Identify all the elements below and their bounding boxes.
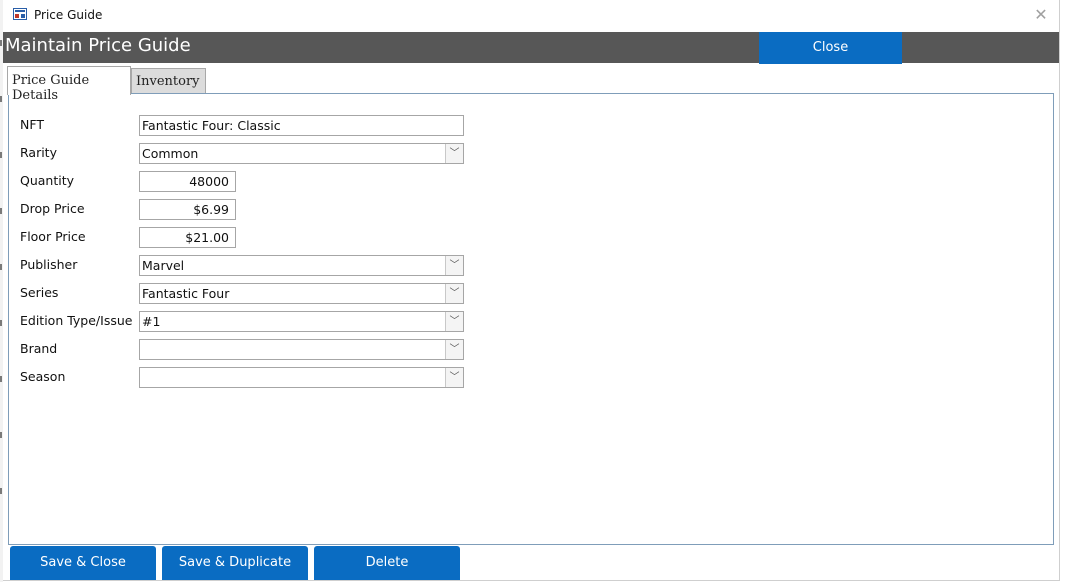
season-label: Season <box>20 369 66 384</box>
save-close-button[interactable]: Save & Close <box>10 546 156 580</box>
publisher-value: Marvel <box>142 258 185 273</box>
rarity-value: Common <box>142 146 199 161</box>
floor-price-field[interactable]: $21.00 <box>139 227 236 248</box>
quantity-label: Quantity <box>20 173 75 188</box>
nft-field[interactable]: Fantastic Four: Classic <box>139 115 464 136</box>
chevron-down-icon[interactable]: ﹀ <box>445 368 463 387</box>
chevron-down-icon[interactable]: ﹀ <box>445 284 463 303</box>
chevron-down-icon[interactable]: ﹀ <box>445 312 463 331</box>
chevron-down-icon[interactable]: ﹀ <box>445 144 463 163</box>
series-select[interactable]: Fantastic Four ﹀ <box>139 283 464 304</box>
drop-price-label: Drop Price <box>20 201 85 216</box>
tab-inventory[interactable]: Inventory <box>131 68 206 94</box>
title-bar: Price Guide ✕ <box>3 0 1059 31</box>
edge-mark <box>0 432 2 438</box>
edge-mark <box>0 40 2 46</box>
edge-mark <box>0 376 2 382</box>
form-header: Maintain Price Guide Close <box>3 32 1059 64</box>
season-select[interactable]: ﹀ <box>139 367 464 388</box>
rarity-select[interactable]: Common ﹀ <box>139 143 464 164</box>
close-button[interactable]: Close <box>759 32 902 64</box>
series-value: Fantastic Four <box>142 286 230 301</box>
publisher-label: Publisher <box>20 257 78 272</box>
tab-price-guide-details[interactable]: Price Guide Details <box>7 66 131 103</box>
edge-mark <box>0 488 2 494</box>
price-guide-window: Price Guide ✕ Maintain Price Guide Close… <box>3 0 1060 581</box>
publisher-select[interactable]: Marvel ﹀ <box>139 255 464 276</box>
form-title: Maintain Price Guide <box>5 35 191 56</box>
edge-mark <box>0 320 2 326</box>
edge-mark <box>0 208 2 214</box>
nft-label: NFT <box>20 117 44 132</box>
drop-price-field[interactable]: $6.99 <box>139 199 236 220</box>
chevron-down-icon[interactable]: ﹀ <box>445 256 463 275</box>
brand-label: Brand <box>20 341 58 356</box>
close-icon[interactable]: ✕ <box>1029 4 1053 26</box>
chevron-down-icon[interactable]: ﹀ <box>445 340 463 359</box>
edition-select[interactable]: #1 ﹀ <box>139 311 464 332</box>
details-panel: NFT Fantastic Four: Classic Rarity Commo… <box>8 93 1054 545</box>
window-title: Price Guide <box>34 8 103 22</box>
save-duplicate-button[interactable]: Save & Duplicate <box>162 546 308 580</box>
brand-select[interactable]: ﹀ <box>139 339 464 360</box>
edge-mark <box>0 152 2 158</box>
edition-label: Edition Type/Issue <box>20 313 133 328</box>
rarity-label: Rarity <box>20 145 57 160</box>
delete-button[interactable]: Delete <box>314 546 460 580</box>
form-icon <box>13 8 27 20</box>
floor-price-label: Floor Price <box>20 229 86 244</box>
edge-mark <box>0 264 2 270</box>
edge-mark <box>0 96 2 102</box>
quantity-field[interactable]: 48000 <box>139 171 236 192</box>
edition-value: #1 <box>142 314 161 329</box>
series-label: Series <box>20 285 59 300</box>
